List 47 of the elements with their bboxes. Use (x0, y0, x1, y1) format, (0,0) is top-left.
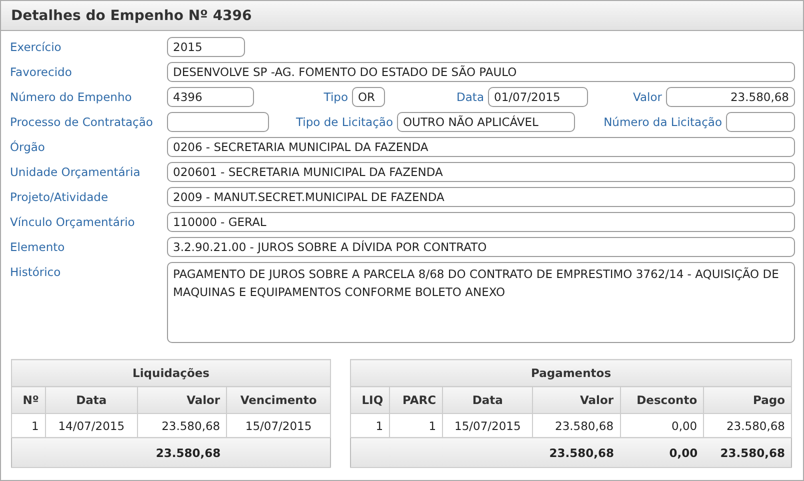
field-label: Exercício (10, 39, 62, 54)
field-label: Unidade Orçamentária (10, 164, 142, 179)
table-title: Liquidações (12, 360, 330, 386)
column-header: Nº (12, 386, 46, 414)
input-field[interactable]: PAGAMENTO DE JUROS SOBRE A PARCELA 8/68 DO CONTRATO DE EMPRESTIMO 3762/14 - AQUISIÇÃO DE MAQUINAS E EQUIPAMENTOS CONFORME BOLETO ANEXO (167, 262, 795, 343)
column-header: Data (442, 386, 533, 414)
total-value: 23.580,68 (549, 446, 614, 460)
field-label: Histórico (10, 264, 62, 279)
column-header: Pago (704, 386, 792, 414)
column-header: Data (45, 386, 138, 414)
input-field[interactable]: 01/07/2015 (488, 87, 588, 107)
column-header: Valor (532, 386, 620, 414)
column-header: Desconto (620, 386, 704, 414)
input-field[interactable]: 3.2.90.21.00 - JUROS SOBRE A DÍVIDA POR CONTRATO (167, 237, 795, 257)
input-field[interactable] (167, 112, 269, 132)
input-field[interactable]: OUTRO NÃO APLICÁVEL (397, 112, 575, 132)
field-label: Processo de Contratação (10, 114, 154, 129)
field-label: Projeto/Atividade (10, 189, 110, 204)
input-field[interactable]: 2009 - MANUT.SECRET.MUNICIPAL DE FAZENDA (167, 187, 795, 207)
field-label: Favorecido (10, 64, 73, 79)
column-header: Vencimento (226, 386, 330, 414)
field-label: Valor (632, 89, 663, 104)
input-field[interactable] (726, 112, 795, 132)
total-value: 23.580,68 (720, 446, 785, 460)
field-label: Órgão (10, 139, 46, 154)
field-label: Vínculo Orçamentário (10, 214, 136, 229)
table-title: Pagamentos (350, 360, 792, 386)
field-label: Data (456, 89, 485, 104)
total-value: 23.580,68 (156, 446, 221, 460)
panel-title: Detalhes do Empenho Nº 4396 (11, 8, 252, 24)
input-field[interactable]: 2015 (167, 37, 245, 57)
input-field[interactable]: 4396 (167, 87, 254, 107)
input-field[interactable]: 23.580,68 (666, 87, 795, 107)
input-field[interactable]: 0206 - SECRETARIA MUNICIPAL DA FAZENDA (167, 137, 795, 157)
field-label: Número do Empenho (10, 89, 133, 104)
field-label: Tipo de Licitação (295, 114, 394, 129)
input-field[interactable]: 020601 - SECRETARIA MUNICIPAL DA FAZENDA (167, 162, 795, 182)
input-field[interactable]: DESENVOLVE SP -AG. FOMENTO DO ESTADO DE SÃO PAULO (167, 62, 795, 82)
field-label: Número da Licitação (602, 114, 723, 129)
total-value: 0,00 (669, 446, 698, 460)
column-header: Valor (137, 386, 227, 414)
input-field[interactable]: 110000 - GERAL (167, 212, 795, 232)
column-header: LIQ (350, 386, 390, 414)
column-header: PARC (390, 386, 443, 414)
field-label: Tipo (322, 89, 349, 104)
input-field[interactable]: OR (352, 87, 385, 107)
field-label: Elemento (10, 239, 66, 254)
